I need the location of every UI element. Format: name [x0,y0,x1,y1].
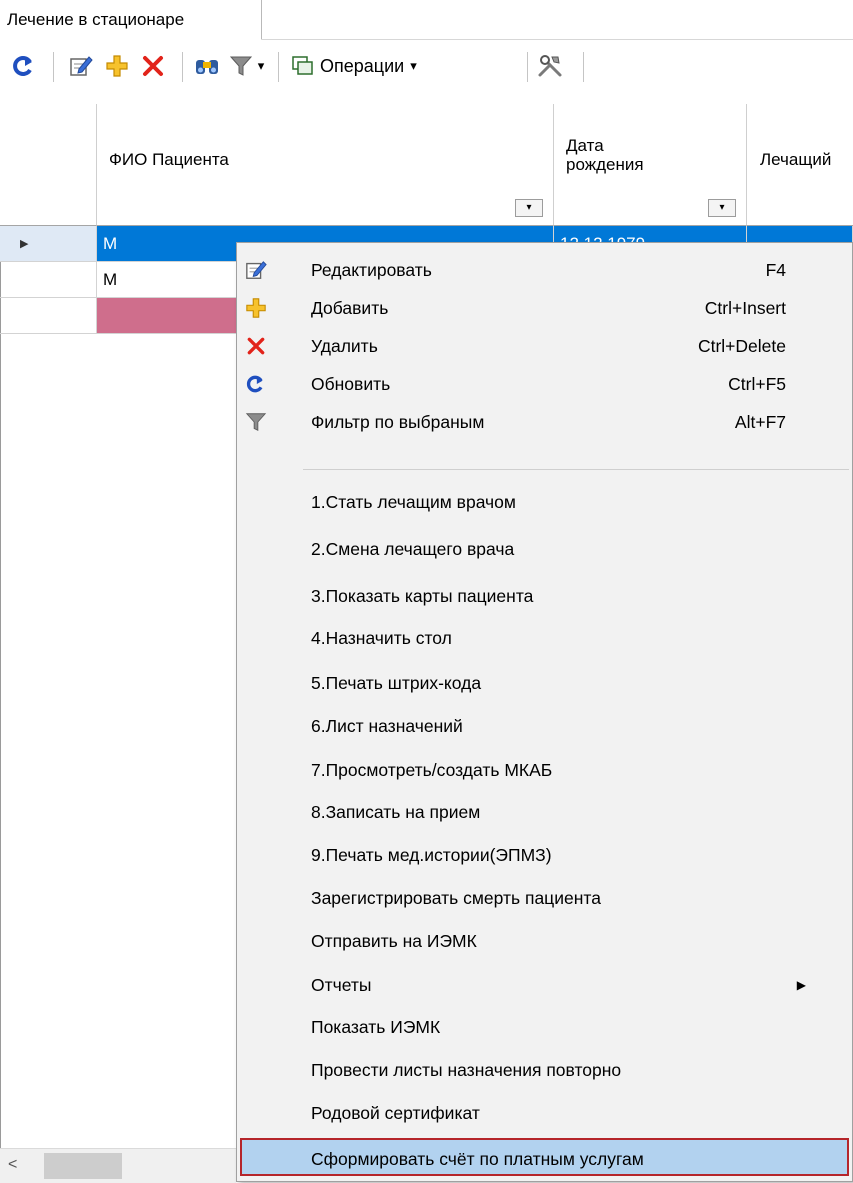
operations-dropdown-button[interactable]: Операции ▾ [286,50,530,82]
menu-item-prescription-sheet[interactable]: 6.Лист назначений [237,707,852,745]
toolbar-separator [278,52,279,82]
menu-item-label: Отправить на ИЭМК [311,931,477,951]
menu-item-shortcut: Ctrl+F5 [728,374,786,394]
add-icon [106,55,128,77]
menu-item-view-create-mkab[interactable]: 7.Просмотреть/создать МКАБ [237,751,852,789]
menu-item-register-death[interactable]: Зарегистрировать смерть пациента [237,879,852,917]
delete-icon [244,334,268,358]
tab-treatment-in-hospital[interactable]: Лечение в стационаре [0,0,262,40]
menu-item-send-to-iemk[interactable]: Отправить на ИЭМК [237,922,852,960]
chevron-down-icon: ▾ [526,202,532,213]
menu-item-assign-diet[interactable]: 4.Назначить стол [237,619,852,657]
menu-item-print-medical-history[interactable]: 9.Печать мед.истории(ЭПМЗ) [237,836,852,874]
menu-item-shortcut: Ctrl+Insert [704,298,786,318]
settings-icon [538,55,562,77]
operations-label: Операции [320,55,405,76]
menu-item-label: Фильтр по выбраным [311,412,485,432]
refresh-icon [244,372,268,396]
menu-item-label: Родовой сертификат [311,1103,480,1123]
menu-item-label: 5.Печать штрих-кода [311,673,482,693]
horizontal-scrollbar[interactable]: < [0,1148,236,1183]
menu-item-label: 1.Стать лечащим врачом [311,492,516,512]
add-button[interactable] [102,50,132,82]
operations-icon [292,56,313,75]
delete-icon [143,56,163,76]
menu-item-filter-selected[interactable]: Фильтр по выбраным Alt+F7 [237,403,852,441]
filter-icon [244,410,268,434]
menu-separator [303,469,849,470]
column-filter-button[interactable]: ▾ [708,199,736,217]
edit-icon [244,258,268,282]
column-header-label: Лечащий [760,150,832,169]
row-indicator: ▶ [0,226,97,262]
menu-item-label: Редактировать [311,260,432,280]
refresh-button[interactable] [10,50,38,82]
edit-icon [70,56,93,76]
filter-dropdown-button[interactable]: ▾ [222,50,272,82]
menu-item-label: Удалить [311,336,378,356]
column-header-doctor[interactable]: Лечащий [747,104,853,226]
row-indicator-header [0,104,97,226]
menu-item-show-iemk[interactable]: Показать ИЭМК [237,1008,852,1046]
find-icon [196,60,218,74]
menu-item-delete[interactable]: Удалить Ctrl+Delete [237,327,852,365]
menu-item-refresh[interactable]: Обновить Ctrl+F5 [237,365,852,403]
menu-item-add[interactable]: Добавить Ctrl+Insert [237,289,852,327]
menu-item-become-attending-doctor[interactable]: 1.Стать лечащим врачом [237,483,852,521]
column-header-label: ФИО Пациента [109,150,229,169]
menu-item-label: 7.Просмотреть/создать МКАБ [311,760,553,780]
menu-item-reports[interactable]: Отчеты ▶ [237,966,852,1004]
menu-item-print-barcode[interactable]: 5.Печать штрих-кода [237,664,852,702]
column-header-fio[interactable]: ФИО Пациента ▾ [97,104,554,226]
menu-item-label: Обновить [311,374,391,394]
scrollbar-thumb[interactable] [44,1153,122,1179]
toolbar-separator [583,52,584,82]
context-menu: Редактировать F4 Добавить Ctrl+Insert Уд… [236,242,853,1182]
menu-item-show-patient-cards[interactable]: 3.Показать карты пациента [237,577,852,615]
menu-item-book-appointment[interactable]: 8.Записать на прием [237,793,852,831]
row-indicator [0,298,97,334]
add-icon [244,296,268,320]
chevron-down-icon: ▾ [719,202,725,213]
refresh-icon [13,56,32,76]
menu-item-label: Провести листы назначения повторно [311,1060,622,1080]
toolbar-separator [53,52,54,82]
menu-item-label: 4.Назначить стол [311,628,452,648]
menu-item-label: Отчеты [311,975,372,995]
menu-item-label: Зарегистрировать смерть пациента [311,888,601,908]
menu-item-generate-paid-services-invoice[interactable]: Сформировать счёт по платным услугам [240,1138,849,1176]
settings-button[interactable] [534,50,566,82]
edit-button[interactable] [66,50,96,82]
menu-item-repeat-prescriptions[interactable]: Провести листы назначения повторно [237,1051,852,1089]
menu-item-label: Сформировать счёт по платным услугам [311,1149,644,1169]
menu-item-label: Показать ИЭМК [311,1017,441,1037]
filter-icon [229,56,252,76]
menu-item-label: 3.Показать карты пациента [311,586,534,606]
menu-item-label: 6.Лист назначений [311,716,463,736]
menu-item-label: 2.Смена лечащего врача [311,539,515,559]
scroll-left-arrow-icon[interactable]: < [8,1156,17,1174]
toolbar: ▾ Операции ▾ [0,40,853,105]
toolbar-separator [182,52,183,82]
menu-item-edit[interactable]: Редактировать F4 [237,251,852,289]
menu-item-shortcut: F4 [765,260,786,280]
menu-item-birth-certificate[interactable]: Родовой сертификат [237,1094,852,1132]
chevron-down-icon: ▾ [257,58,265,73]
column-filter-button[interactable]: ▾ [515,199,543,217]
row-indicator [0,262,97,298]
delete-button[interactable] [138,50,168,82]
column-header-label: Дата рождения [566,136,644,174]
menu-item-shortcut: Alt+F7 [734,412,786,432]
menu-item-label: 8.Записать на прием [311,802,481,822]
menu-item-change-attending-doctor[interactable]: 2.Смена лечащего врача [237,530,852,568]
menu-item-label: 9.Печать мед.истории(ЭПМЗ) [311,845,552,865]
column-header-birthdate[interactable]: Дата рождения ▾ [554,104,747,226]
menu-item-shortcut: Ctrl+Delete [697,336,786,356]
chevron-down-icon: ▾ [410,58,417,73]
menu-item-label: Добавить [311,298,389,318]
toolbar-separator [527,52,528,82]
tab-label: Лечение в стационаре [7,10,185,29]
submenu-arrow-icon: ▶ [796,978,806,992]
find-button[interactable] [192,50,222,82]
